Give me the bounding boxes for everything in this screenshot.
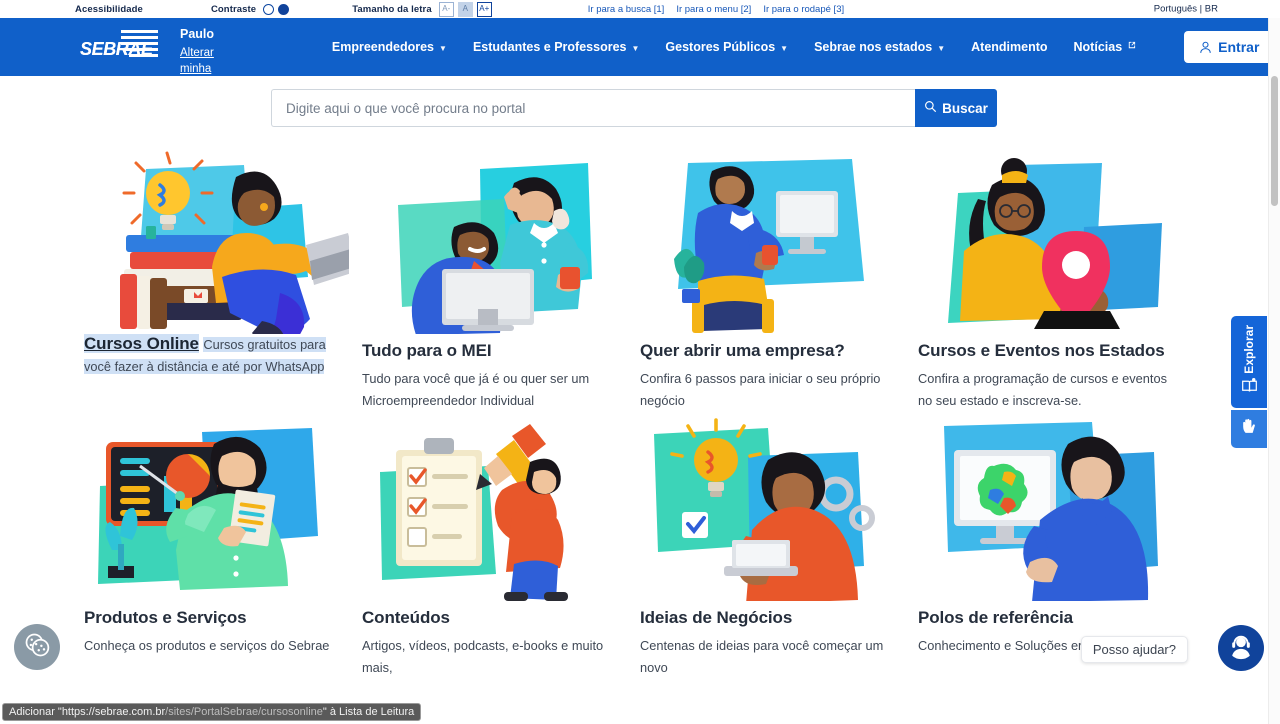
headset-agent-icon bbox=[1226, 631, 1256, 666]
card-description: Tudo para você que já é ou quer ser um M… bbox=[362, 371, 590, 408]
card-title: Tudo para o MEI bbox=[362, 341, 492, 360]
skip-link-footer[interactable]: Ir para o rodapé [3] bbox=[763, 4, 844, 15]
card-description: Artigos, vídeos, podcasts, e-books e mui… bbox=[362, 638, 604, 675]
sebrae-logo[interactable]: SEBRAE bbox=[80, 30, 158, 64]
card-ideias-de-negocios[interactable]: Ideias de Negócios Centenas de ideias pa… bbox=[640, 416, 905, 679]
menu-label: Notícias bbox=[1073, 40, 1123, 54]
sebrae-logo-mark: SEBRAE bbox=[80, 30, 158, 64]
search-button[interactable]: Buscar bbox=[915, 89, 997, 127]
card-description: Confira 6 passos para iniciar o seu próp… bbox=[640, 371, 881, 408]
card-illustration-woman-with-map-pin bbox=[918, 149, 1183, 334]
person-icon bbox=[1199, 41, 1212, 54]
card-produtos-e-servicos[interactable]: Produtos e Serviços Conheça os produtos … bbox=[84, 416, 349, 679]
status-suffix: " à Lista de Leitura bbox=[322, 706, 415, 718]
search-button-label: Buscar bbox=[942, 100, 988, 116]
accessibility-label: Acessibilidade bbox=[75, 3, 143, 15]
logo-wordmark: SEBRAE bbox=[80, 39, 153, 59]
shortcut-card-grid: Cursos Online Cursos gratuitos para você… bbox=[84, 149, 1194, 679]
menu-item-noticias[interactable]: Notícias bbox=[1074, 40, 1137, 54]
card-illustration-checklist-with-pencil bbox=[362, 416, 627, 601]
card-illustration-woman-with-lightbulb-laptop bbox=[640, 416, 905, 601]
contrast-toggle-group[interactable] bbox=[263, 3, 290, 15]
contrast-option-dark[interactable] bbox=[278, 3, 290, 15]
accessibility-label-group: Acessibilidade bbox=[75, 4, 143, 15]
card-illustration-person-on-books-with-laptop bbox=[84, 149, 349, 334]
chat-button[interactable] bbox=[1218, 625, 1264, 671]
card-title: Conteúdos bbox=[362, 608, 450, 627]
status-prefix: Adicionar "https:// bbox=[9, 706, 95, 718]
card-description: Confira a programação de cursos e evento… bbox=[918, 371, 1167, 408]
card-illustration-two-people-at-monitor bbox=[362, 149, 627, 334]
login-label: Entrar bbox=[1218, 39, 1260, 55]
sign-language-hand-icon bbox=[1240, 417, 1259, 441]
search-box: Buscar bbox=[271, 89, 997, 127]
menu-label: Empreendedores bbox=[331, 40, 435, 54]
card-illustration-man-at-screen-with-brazil-map bbox=[918, 416, 1183, 601]
search-row: Buscar bbox=[0, 89, 1268, 127]
skip-link-menu[interactable]: Ir para o menu [2] bbox=[676, 4, 751, 15]
menu-item-sebrae-nos-estados[interactable]: Sebrae nos estados ▼ bbox=[814, 40, 945, 54]
search-input[interactable] bbox=[271, 89, 915, 127]
font-size-buttons[interactable]: A- A A+ bbox=[438, 1, 492, 17]
chevron-down-icon: ▼ bbox=[631, 43, 640, 53]
menu-label: Sebrae nos estados bbox=[814, 40, 933, 54]
card-illustration-man-presenting-chart-board bbox=[84, 416, 349, 601]
menu-item-empreendedores[interactable]: Empreendedores ▼ bbox=[332, 40, 447, 54]
chevron-down-icon: ▼ bbox=[780, 43, 789, 53]
contrast-option-light[interactable] bbox=[263, 3, 275, 15]
menu-item-gestores-publicos[interactable]: Gestores Públicos ▼ bbox=[665, 40, 788, 54]
card-illustration-person-at-desk-computer bbox=[640, 149, 905, 334]
menu-item-atendimento[interactable]: Atendimento bbox=[971, 40, 1047, 54]
explorar-tab[interactable]: Explorar bbox=[1231, 316, 1267, 408]
cookie-icon bbox=[23, 631, 51, 664]
card-title: Ideias de Negócios bbox=[640, 608, 793, 627]
font-size-label: Tamanho da letra bbox=[352, 3, 432, 15]
libras-accessibility-tab[interactable] bbox=[1231, 410, 1267, 448]
chevron-down-icon: ▼ bbox=[937, 43, 946, 53]
card-cursos-eventos-estados[interactable]: Cursos e Eventos nos Estados Confira a p… bbox=[918, 149, 1183, 412]
font-decrease-button[interactable]: A- bbox=[438, 1, 454, 17]
page-scrollbar-track[interactable] bbox=[1268, 18, 1280, 724]
card-quer-abrir-uma-empresa[interactable]: Quer abrir uma empresa? Confira 6 passos… bbox=[640, 149, 905, 412]
search-icon bbox=[924, 100, 937, 116]
external-link-icon bbox=[1127, 41, 1136, 52]
font-increase-button[interactable]: A+ bbox=[476, 1, 492, 17]
font-normal-button[interactable]: A bbox=[457, 1, 473, 17]
menu-label: Estudantes e Professores bbox=[472, 40, 627, 54]
location-block: São Paulo Alterar minha localização bbox=[180, 1, 237, 93]
menu-item-estudantes-professores[interactable]: Estudantes e Professores ▼ bbox=[473, 40, 639, 54]
status-domain: sebrae.com.br bbox=[94, 706, 166, 718]
cookie-settings-button[interactable] bbox=[14, 624, 60, 670]
chevron-down-icon: ▼ bbox=[439, 43, 447, 53]
change-location-link[interactable]: Alterar minha localização bbox=[180, 46, 237, 93]
language-selector[interactable]: Português | BR bbox=[1154, 4, 1218, 15]
card-description: Conheça os produtos e serviços do Sebrae bbox=[84, 638, 330, 653]
main-navbar: SEBRAE São Paulo Alterar minha localizaç… bbox=[0, 5, 1275, 90]
font-size-control[interactable]: Tamanho da letra A- A A+ bbox=[352, 1, 492, 17]
primary-menu: Empreendedores ▼ Estudantes e Professore… bbox=[332, 40, 1136, 54]
menu-label: Gestores Públicos bbox=[665, 40, 776, 54]
status-path: /sites/PortalSebrae/cursosonline bbox=[165, 706, 323, 718]
book-reader-icon bbox=[1241, 377, 1258, 399]
login-button[interactable]: Entrar bbox=[1184, 31, 1275, 63]
card-description: Centenas de ideias para você começar um … bbox=[640, 638, 884, 675]
browser-status-tooltip: Adicionar "https://sebrae.com.br/sites/P… bbox=[2, 703, 422, 721]
menu-label: Atendimento bbox=[971, 40, 1048, 54]
skip-link-search[interactable]: Ir para a busca [1] bbox=[588, 4, 665, 15]
skip-links[interactable]: Ir para a busca [1] Ir para o menu [2] I… bbox=[588, 4, 844, 15]
card-title: Polos de referência bbox=[918, 608, 1073, 627]
card-conteudos[interactable]: Conteúdos Artigos, vídeos, podcasts, e-b… bbox=[362, 416, 627, 679]
card-title: Cursos Online bbox=[84, 334, 199, 353]
card-title: Cursos e Eventos nos Estados bbox=[918, 341, 1165, 360]
card-title: Quer abrir uma empresa? bbox=[640, 341, 845, 360]
card-tudo-para-o-mei[interactable]: Tudo para o MEI Tudo para você que já é … bbox=[362, 149, 627, 412]
card-cursos-online[interactable]: Cursos Online Cursos gratuitos para você… bbox=[84, 149, 349, 412]
page-scrollbar-thumb[interactable] bbox=[1270, 76, 1278, 206]
explorar-label: Explorar bbox=[1242, 324, 1256, 374]
card-title: Produtos e Serviços bbox=[84, 608, 247, 627]
chat-help-bubble[interactable]: Posso ajudar? bbox=[1080, 636, 1188, 663]
location-city: São Paulo bbox=[180, 5, 215, 41]
